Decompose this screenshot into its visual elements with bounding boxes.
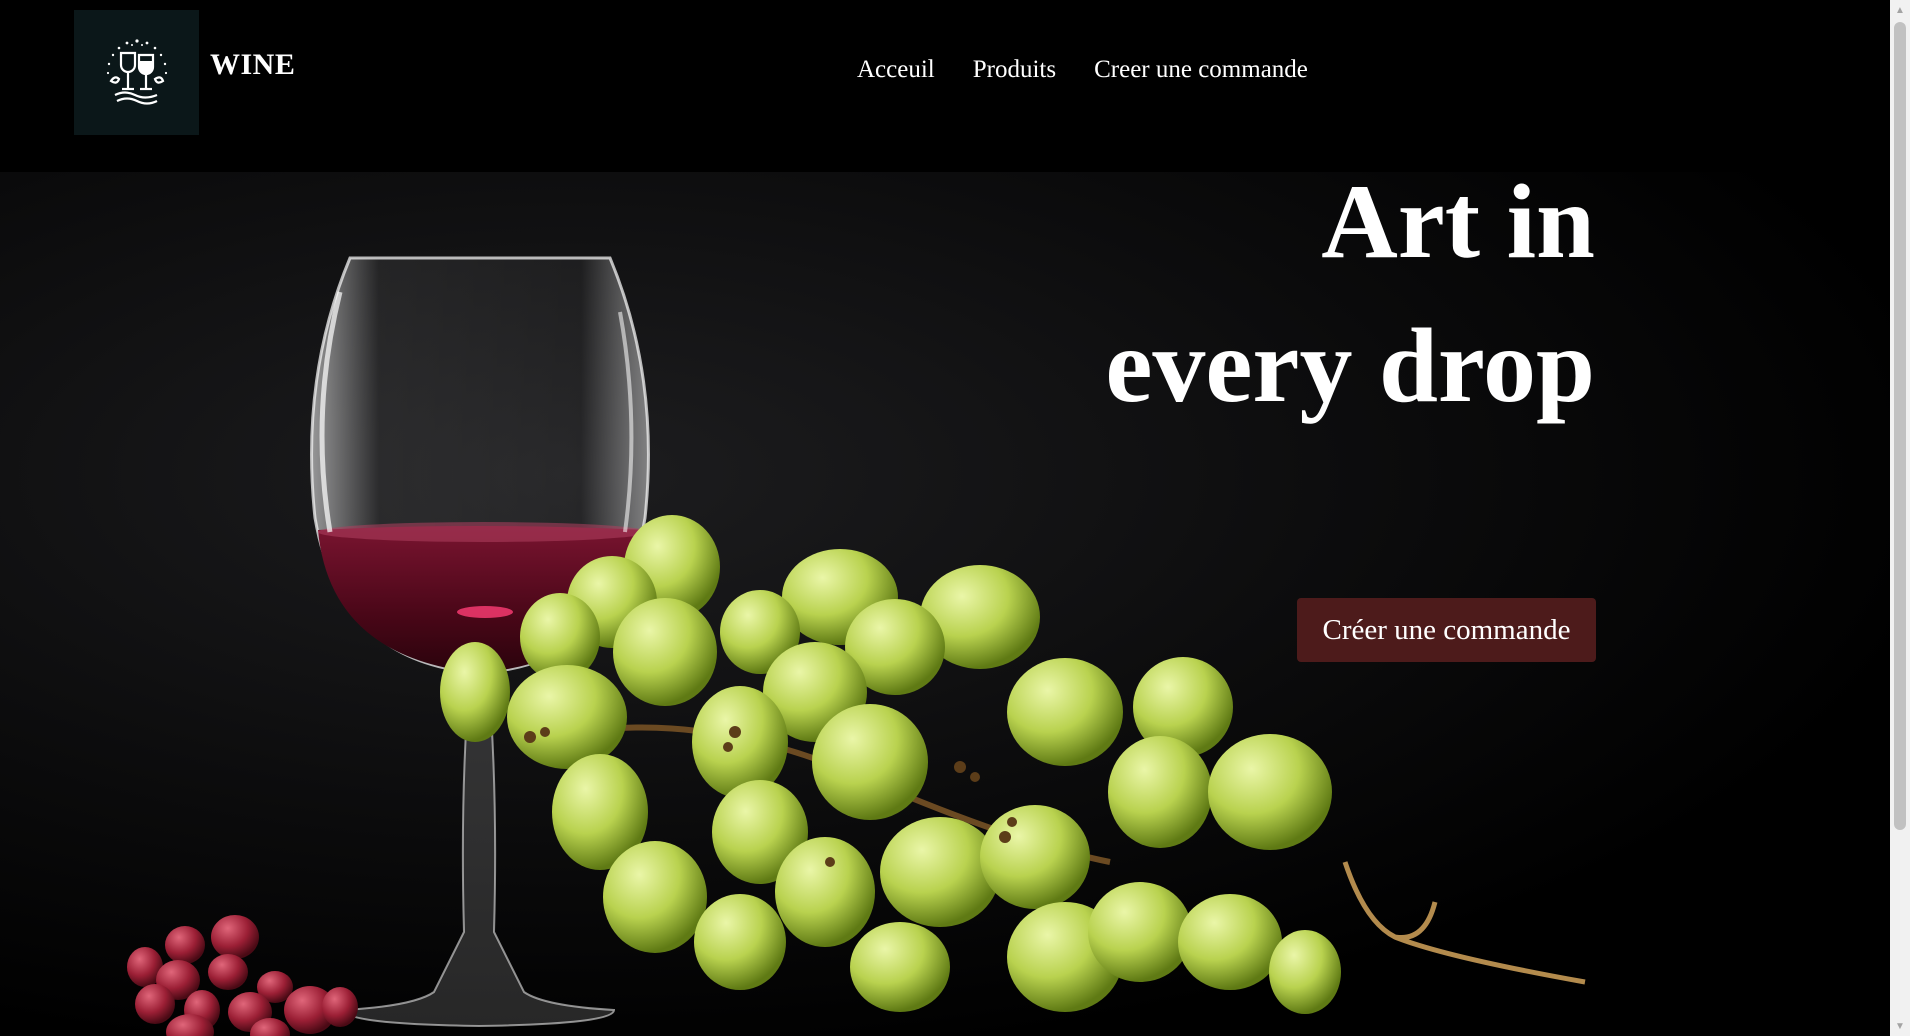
hero-title: Art in every drop [1105, 150, 1595, 438]
vertical-scrollbar[interactable]: ▲ ▼ [1890, 0, 1910, 1036]
scroll-down-arrow-icon[interactable]: ▼ [1890, 1016, 1910, 1036]
scrollbar-thumb[interactable] [1894, 22, 1906, 830]
nav-link-acceuil[interactable]: Acceuil [857, 56, 935, 84]
site-header: WINE Acceuil Produits Creer une commande [0, 0, 1890, 172]
scroll-up-arrow-icon[interactable]: ▲ [1890, 0, 1910, 20]
page: WINE Acceuil Produits Creer une commande [0, 0, 1890, 1036]
wine-glass-logo-icon [106, 38, 167, 105]
nav-link-creer-commande[interactable]: Creer une commande [1094, 56, 1308, 84]
wine-glass-and-grapes-image [127, 256, 1586, 1036]
hero-title-line-2: every drop [1105, 307, 1595, 424]
create-order-button[interactable]: Créer une commande [1297, 598, 1596, 662]
main-nav: Acceuil Produits Creer une commande [857, 56, 1308, 84]
logo[interactable] [74, 10, 199, 135]
nav-link-produits[interactable]: Produits [973, 56, 1056, 84]
brand-name: WINE [210, 48, 296, 81]
hero-title-line-1: Art in [1321, 163, 1595, 280]
